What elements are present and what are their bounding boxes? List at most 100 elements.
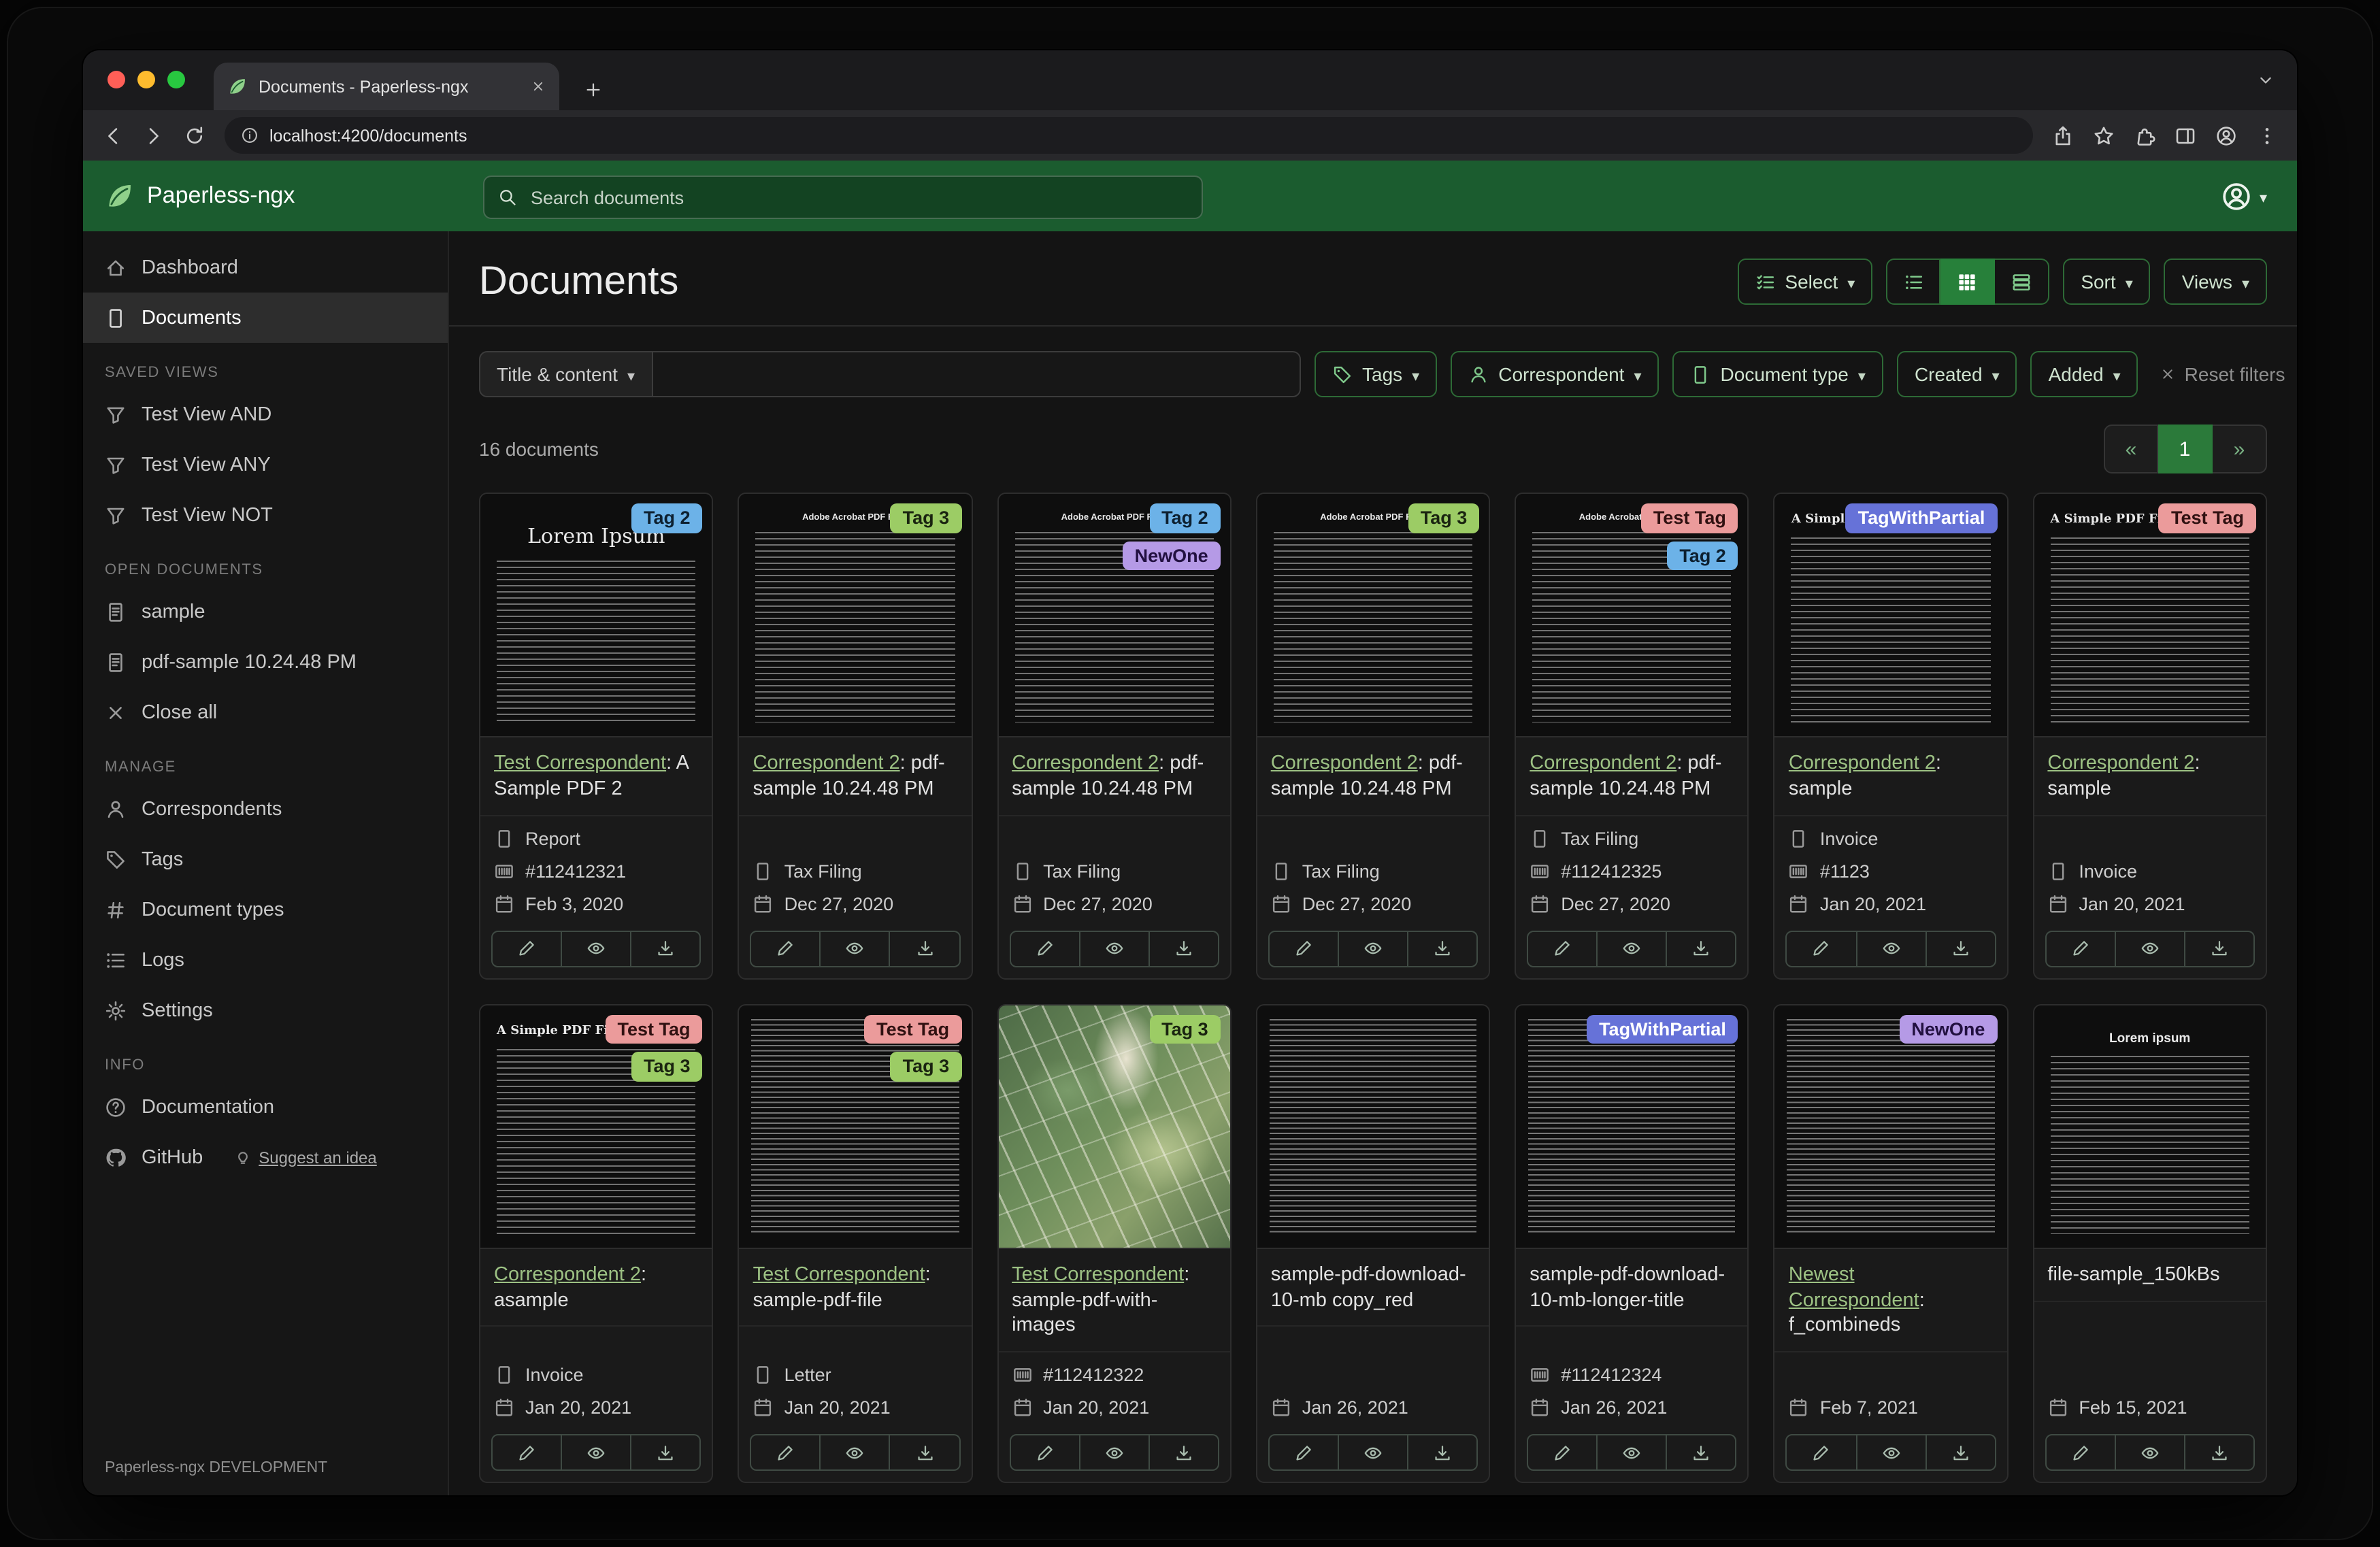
filter-field-dropdown[interactable]: Title & content bbox=[479, 351, 652, 397]
document-thumbnail[interactable]: Lorem ipsum bbox=[2034, 1005, 2266, 1248]
browser-tab[interactable]: Documents - Paperless-ngx bbox=[214, 63, 559, 110]
global-search[interactable] bbox=[483, 176, 1203, 219]
document-thumbnail[interactable]: Tag 3 bbox=[998, 1005, 1230, 1248]
download-document-button[interactable] bbox=[2185, 930, 2255, 967]
download-document-button[interactable] bbox=[1408, 1434, 1478, 1471]
edit-document-button[interactable] bbox=[1009, 1434, 1080, 1471]
view-document-button[interactable] bbox=[2116, 930, 2185, 967]
download-document-button[interactable] bbox=[631, 1434, 701, 1471]
sidebar-item-test-view-not[interactable]: Test View NOT bbox=[83, 490, 448, 540]
document-card[interactable]: Adobe Acrobat PDF FilesTag 2NewOneCorres… bbox=[997, 493, 1232, 979]
view-list-button[interactable] bbox=[1886, 259, 1940, 305]
address-bar[interactable]: localhost:4200/documents bbox=[225, 117, 2033, 154]
document-thumbnail[interactable]: Lorem IpsumTag 2 bbox=[480, 494, 712, 737]
window-close-button[interactable] bbox=[108, 71, 125, 88]
document-card[interactable]: Adobe Acrobat PDF FilesTest TagTag 2Corr… bbox=[1515, 493, 1749, 979]
edit-document-button[interactable] bbox=[491, 930, 562, 967]
view-document-button[interactable] bbox=[2116, 1434, 2185, 1471]
correspondent-link[interactable]: Correspondent 2 bbox=[494, 1263, 641, 1285]
global-search-input[interactable] bbox=[528, 186, 1188, 209]
tag-badge-tag-3[interactable]: Tag 3 bbox=[631, 1052, 703, 1081]
tag-badge-newone[interactable]: NewOne bbox=[1899, 1014, 1997, 1044]
sidebar-item-document-types[interactable]: Document types bbox=[83, 884, 448, 935]
view-document-button[interactable] bbox=[1857, 930, 1926, 967]
sidebar-item-documentation[interactable]: Documentation bbox=[83, 1082, 448, 1132]
download-document-button[interactable] bbox=[1408, 930, 1478, 967]
tag-badge-tag-2[interactable]: Tag 2 bbox=[1149, 503, 1221, 533]
download-document-button[interactable] bbox=[1150, 1434, 1219, 1471]
window-zoom-button[interactable] bbox=[167, 71, 185, 88]
document-card[interactable]: TagWithPartialsample-pdf-download-10-mb-… bbox=[1515, 1003, 1749, 1483]
document-thumbnail[interactable]: A Simple PDF FileTest TagTag 3 bbox=[480, 1005, 712, 1248]
app-brand[interactable]: Paperless-ngx bbox=[105, 181, 295, 211]
tag-badge-tagwithpartial[interactable]: TagWithPartial bbox=[1846, 503, 1998, 533]
profile-button[interactable] bbox=[2215, 124, 2237, 146]
view-document-button[interactable] bbox=[1339, 930, 1408, 967]
sidebar-item-suggest-an-idea[interactable]: Suggest an idea bbox=[234, 1148, 377, 1167]
view-document-button[interactable] bbox=[821, 1434, 891, 1471]
document-card[interactable]: Lorem ipsumfile-sample_150kBsFeb 15, 202… bbox=[2032, 1003, 2267, 1483]
sort-button[interactable]: Sort bbox=[2063, 259, 2150, 305]
sidebar-item-github[interactable]: GitHubSuggest an idea bbox=[83, 1132, 448, 1182]
document-card[interactable]: Test TagTag 3Test Correspondent: sample-… bbox=[738, 1003, 973, 1483]
tag-badge-tag-3[interactable]: Tag 3 bbox=[891, 1052, 962, 1081]
sidebar-item-close-all[interactable]: Close all bbox=[83, 687, 448, 737]
reload-button[interactable] bbox=[184, 124, 205, 146]
document-thumbnail[interactable]: A Simple PDF FileTest Tag bbox=[2034, 494, 2266, 737]
document-thumbnail[interactable]: Adobe Acrobat PDF FilesTag 2NewOne bbox=[998, 494, 1230, 737]
sidebar-item-correspondents[interactable]: Correspondents bbox=[83, 784, 448, 834]
bookmark-button[interactable] bbox=[2093, 124, 2115, 146]
correspondent-link[interactable]: Newest Correspondent bbox=[1789, 1263, 1919, 1311]
document-thumbnail[interactable]: Adobe Acrobat PDF FilesTag 3 bbox=[740, 494, 972, 737]
view-document-button[interactable] bbox=[1598, 1434, 1667, 1471]
view-details-button[interactable] bbox=[1995, 259, 2049, 305]
tag-badge-newone[interactable]: NewOne bbox=[1123, 541, 1221, 570]
download-document-button[interactable] bbox=[1668, 930, 1737, 967]
tag-badge-tag-3[interactable]: Tag 3 bbox=[891, 503, 962, 533]
download-document-button[interactable] bbox=[891, 930, 960, 967]
sidebar-item-logs[interactable]: Logs bbox=[83, 935, 448, 985]
correspondent-link[interactable]: Correspondent 2 bbox=[1012, 752, 1159, 774]
select-button[interactable]: Select bbox=[1737, 259, 1872, 305]
edit-document-button[interactable] bbox=[1009, 930, 1080, 967]
edit-document-button[interactable] bbox=[1786, 1434, 1857, 1471]
download-document-button[interactable] bbox=[1926, 1434, 1996, 1471]
sidebar-item-dashboard[interactable]: Dashboard bbox=[83, 242, 448, 293]
added-filter-button[interactable]: Added bbox=[2031, 351, 2138, 397]
download-document-button[interactable] bbox=[1668, 1434, 1737, 1471]
tag-badge-test-tag[interactable]: Test Tag bbox=[864, 1014, 961, 1044]
document-card[interactable]: sample-pdf-download-10-mb copy_redJan 26… bbox=[1256, 1003, 1491, 1483]
sidebar-item-documents[interactable]: Documents bbox=[83, 293, 448, 343]
browser-menu-button[interactable] bbox=[2256, 124, 2278, 146]
view-document-button[interactable] bbox=[1598, 930, 1667, 967]
view-document-button[interactable] bbox=[1080, 930, 1149, 967]
document-card[interactable]: A Simple PDF FileTest TagTag 3Correspond… bbox=[479, 1003, 714, 1483]
tag-badge-tag-2[interactable]: Tag 2 bbox=[1667, 541, 1738, 570]
download-document-button[interactable] bbox=[891, 1434, 960, 1471]
document-thumbnail[interactable] bbox=[1257, 1005, 1489, 1248]
download-document-button[interactable] bbox=[1150, 930, 1219, 967]
filter-text-input[interactable] bbox=[652, 351, 1301, 397]
document-thumbnail[interactable]: Adobe Acrobat PDF FilesTag 3 bbox=[1257, 494, 1489, 737]
view-document-button[interactable] bbox=[1857, 1434, 1926, 1471]
forward-button[interactable] bbox=[143, 124, 165, 146]
view-document-button[interactable] bbox=[1080, 1434, 1149, 1471]
tag-badge-test-tag[interactable]: Test Tag bbox=[606, 1014, 703, 1044]
tab-close-button[interactable] bbox=[531, 79, 546, 94]
download-document-button[interactable] bbox=[631, 930, 701, 967]
document-card[interactable]: Tag 3Test Correspondent: sample-pdf-with… bbox=[997, 1003, 1232, 1483]
view-grid-button[interactable] bbox=[1940, 259, 1995, 305]
edit-document-button[interactable] bbox=[1268, 1434, 1339, 1471]
created-filter-button[interactable]: Created bbox=[1897, 351, 2017, 397]
edit-document-button[interactable] bbox=[750, 1434, 821, 1471]
edit-document-button[interactable] bbox=[1268, 930, 1339, 967]
sidebar-item-test-view-any[interactable]: Test View ANY bbox=[83, 439, 448, 490]
tag-badge-tag-3[interactable]: Tag 3 bbox=[1149, 1014, 1221, 1044]
edit-document-button[interactable] bbox=[2045, 1434, 2115, 1471]
document-type-filter-button[interactable]: Document type bbox=[1673, 351, 1883, 397]
pagination-prev[interactable]: « bbox=[2104, 425, 2158, 473]
sidebar-item-settings[interactable]: Settings bbox=[83, 985, 448, 1035]
user-menu[interactable] bbox=[2213, 161, 2275, 231]
edit-document-button[interactable] bbox=[2045, 930, 2115, 967]
pagination-next[interactable]: » bbox=[2213, 425, 2267, 473]
